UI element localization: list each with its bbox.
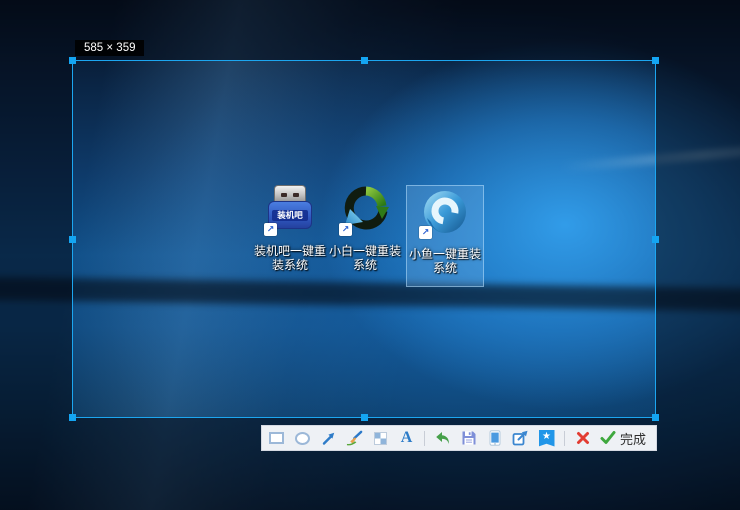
resize-handle-top-right[interactable] [652,57,659,64]
save-button[interactable] [460,428,477,448]
capture-toolbar: A [261,425,657,451]
device-button[interactable] [486,428,503,448]
toolbar-separator [564,431,565,446]
save-icon [461,430,477,446]
resize-handle-top[interactable] [361,57,368,64]
cancel-button[interactable] [574,428,591,448]
resize-handle-bottom-left[interactable] [69,414,76,421]
check-icon [600,431,616,445]
toolbar-separator [424,431,425,446]
text-tool-icon: A [401,429,413,447]
undo-button[interactable] [434,428,451,448]
resize-handle-left[interactable] [69,236,76,243]
ellipse-tool-button[interactable] [294,428,311,448]
text-tool-button[interactable]: A [398,428,415,448]
resize-handle-right[interactable] [652,236,659,243]
share-icon [512,430,529,446]
dim-overlay-right [656,60,740,418]
desktop-screen: 装机吧 ↗ 装机吧一键重 装系统 [0,0,740,510]
rectangle-icon [269,432,284,444]
undo-icon [435,431,451,446]
resize-handle-top-left[interactable] [69,57,76,64]
share-button[interactable] [512,428,529,448]
arrow-tool-button[interactable] [320,428,337,448]
brush-tool-button[interactable] [346,428,363,448]
ellipse-icon [295,432,310,445]
mosaic-icon [374,432,387,445]
resize-handle-bottom[interactable] [361,414,368,421]
close-icon [576,431,590,445]
brush-icon [346,430,363,447]
resize-handle-bottom-right[interactable] [652,414,659,421]
confirm-button[interactable]: 完成 [600,428,646,448]
rectangle-tool-button[interactable] [268,428,285,448]
star-icon: ★ [539,430,555,447]
tablet-icon [487,430,503,446]
arrow-icon [321,430,337,446]
capture-selection-region[interactable] [72,60,656,418]
selection-size-label: 585 × 359 [75,40,144,56]
done-label: 完成 [620,429,646,448]
mosaic-tool-button[interactable] [372,428,389,448]
favorite-button[interactable]: ★ [538,428,555,448]
dim-overlay-left [0,60,72,418]
